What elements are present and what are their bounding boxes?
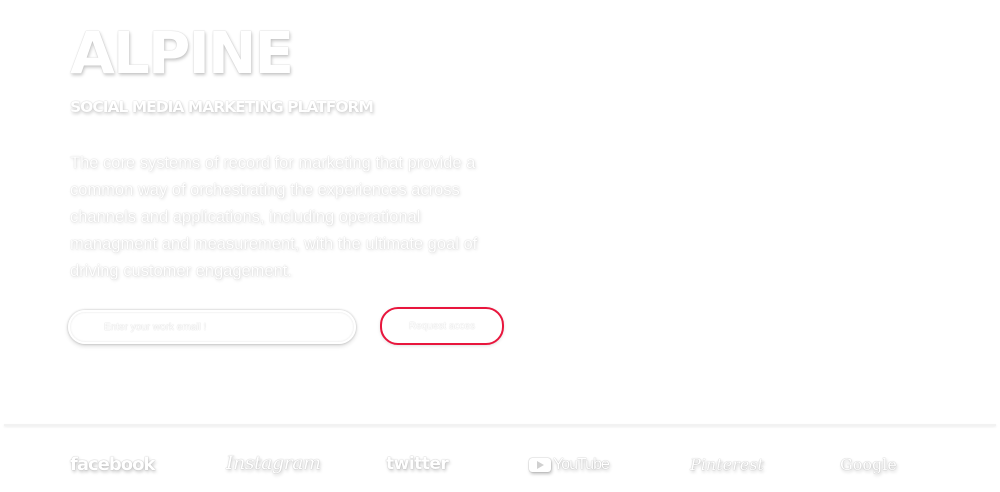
partner-logos: facebook Instagram twitter YouTube Pinte… [0,444,1000,488]
google-logo[interactable]: Google [840,455,897,474]
brand-title: ALPINE [70,19,294,87]
hero-section: ALPINE SOCIAL MEDIA MARKETING PLATFORM T… [70,22,510,285]
youtube-logo-label: YouTube [553,456,610,473]
instagram-logo[interactable]: Instagram [226,452,321,474]
footer-divider [4,424,996,426]
pinterest-logo[interactable]: Pinterest [690,455,764,474]
twitter-logo[interactable]: twitter [386,454,449,474]
email-input[interactable] [68,310,356,344]
youtube-logo[interactable]: YouTube [529,456,610,474]
facebook-logo[interactable]: facebook [70,454,155,475]
request-access-button[interactable]: Request acces [380,307,504,345]
request-access-form: Request acces [68,307,508,345]
youtube-play-icon [529,458,551,472]
hero-description: The core systems of record for marketing… [70,154,478,280]
tagline: SOCIAL MEDIA MARKETING PLATFORM [70,98,374,116]
